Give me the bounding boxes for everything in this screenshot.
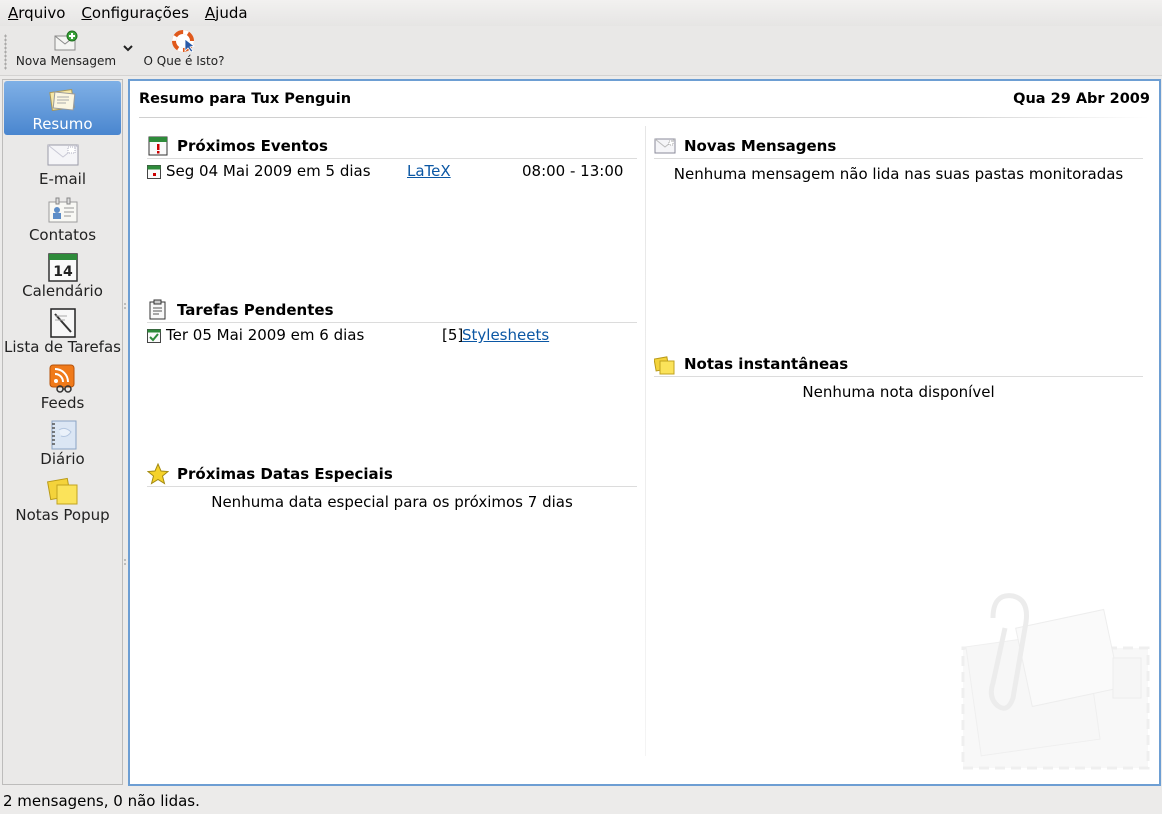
sidebar-item-contacts[interactable]: Contatos bbox=[3, 192, 122, 248]
event-time: 08:00 - 13:00 bbox=[522, 162, 624, 180]
status-text: 2 mensagens, 0 não lidas. bbox=[3, 792, 200, 810]
event-date: Seg 04 Mai 2009 em 5 dias bbox=[166, 162, 371, 180]
mail-icon bbox=[654, 138, 676, 153]
what-is-this-label: O Que é Isto? bbox=[143, 54, 225, 68]
column-divider bbox=[645, 126, 646, 756]
section-title: Tarefas Pendentes bbox=[177, 300, 334, 319]
event-link[interactable]: LaTeX bbox=[407, 162, 451, 180]
sidebar-item-label: Diário bbox=[40, 450, 85, 468]
status-bar: 2 mensagens, 0 não lidas. bbox=[0, 788, 1162, 814]
sticky-note-icon bbox=[654, 355, 675, 374]
section-header: Próximos Eventos bbox=[147, 133, 637, 159]
new-messages-empty: Nenhuma mensagem não lida nas suas pasta… bbox=[673, 165, 1124, 183]
notes-empty: Nenhuma nota disponível bbox=[802, 383, 995, 401]
new-message-label: Nova Mensagem bbox=[15, 54, 117, 68]
event-icon bbox=[147, 165, 161, 179]
calendar-alert-icon bbox=[148, 136, 168, 155]
upcoming-events-section: Próximos Eventos Seg 04 Mai 2009 em 5 di… bbox=[147, 133, 637, 183]
section-title: Novas Mensagens bbox=[684, 136, 837, 155]
new-mail-icon bbox=[54, 30, 78, 51]
calendar-icon: 14 bbox=[47, 253, 78, 282]
sidebar-item-calendar[interactable]: 14 Calendário bbox=[3, 248, 122, 304]
feeds-icon bbox=[49, 364, 74, 393]
toolbar-grip[interactable] bbox=[4, 34, 7, 70]
svg-text:14: 14 bbox=[53, 264, 73, 280]
menu-ajuda[interactable]: Ajuda bbox=[205, 4, 248, 22]
task-date: Ter 05 Mai 2009 em 6 dias bbox=[166, 326, 365, 344]
section-header: Tarefas Pendentes bbox=[147, 297, 637, 323]
sidebar-item-journal[interactable]: Diário bbox=[3, 416, 122, 472]
sidebar-item-label: Contatos bbox=[28, 226, 97, 244]
current-date: Qua 29 Abr 2009 bbox=[1013, 91, 1150, 107]
todo-icon bbox=[49, 308, 76, 338]
sidebar-item-feeds[interactable]: Feeds bbox=[3, 360, 122, 416]
star-icon bbox=[147, 462, 169, 485]
menu-bar: Arquivo Configurações Ajuda bbox=[0, 0, 1162, 26]
section-title: Próximas Datas Especiais bbox=[177, 464, 393, 483]
special-dates-empty: Nenhuma data especial para os próximos 7… bbox=[211, 493, 573, 511]
sidebar-item-label: Calendário bbox=[22, 282, 103, 300]
section-header: Próximas Datas Especiais bbox=[147, 461, 637, 487]
sidebar: Resumo E-mail Contatos 14 Calendário Lis… bbox=[2, 79, 123, 785]
page-title: Resumo para Tux Penguin bbox=[139, 91, 352, 107]
pending-tasks-section: Tarefas Pendentes Ter 05 Mai 2009 em 6 d… bbox=[147, 297, 637, 347]
notes-icon bbox=[46, 477, 77, 505]
sidebar-item-label: Lista de Tarefas bbox=[4, 338, 121, 356]
toolbar: Nova Mensagem O Que é Isto? bbox=[0, 26, 1162, 76]
new-message-dropdown-button[interactable] bbox=[120, 40, 136, 56]
task-priority: [5] bbox=[442, 326, 464, 344]
section-title: Notas instantâneas bbox=[684, 354, 849, 373]
chevron-down-icon bbox=[123, 45, 133, 52]
summary-panel: Resumo para Tux Penguin Qua 29 Abr 2009 … bbox=[128, 79, 1161, 786]
menu-configuracoes[interactable]: Configurações bbox=[81, 4, 188, 22]
special-dates-section: Próximas Datas Especiais Nenhuma data es… bbox=[147, 461, 637, 511]
new-messages-section: Novas Mensagens Nenhuma mensagem não lid… bbox=[654, 133, 1143, 183]
contacts-icon bbox=[48, 197, 77, 223]
sidebar-item-todo[interactable]: Lista de Tarefas bbox=[3, 304, 122, 360]
whats-this-icon bbox=[172, 30, 195, 52]
splitter-handle[interactable] bbox=[123, 300, 127, 570]
event-row: Seg 04 Mai 2009 em 5 dias LaTeX 08:00 - … bbox=[147, 161, 637, 183]
task-row: Ter 05 Mai 2009 em 6 dias [5] Stylesheet… bbox=[147, 325, 637, 347]
notes-section: Notas instantâneas Nenhuma nota disponív… bbox=[654, 351, 1143, 401]
mail-icon bbox=[47, 144, 78, 166]
new-message-button[interactable]: Nova Mensagem bbox=[14, 30, 118, 74]
summary-icon bbox=[48, 88, 75, 112]
task-check-icon bbox=[147, 329, 161, 343]
task-link[interactable]: Stylesheets bbox=[462, 326, 549, 344]
sidebar-item-notes[interactable]: Notas Popup bbox=[3, 472, 122, 528]
clipboard-icon bbox=[149, 299, 166, 319]
sidebar-item-label: Notas Popup bbox=[15, 506, 110, 524]
sidebar-item-label: E-mail bbox=[38, 170, 87, 188]
sidebar-item-summary[interactable]: Resumo bbox=[4, 81, 121, 135]
sidebar-item-label: Feeds bbox=[40, 394, 85, 412]
sidebar-item-label: Resumo bbox=[32, 115, 93, 133]
section-header: Notas instantâneas bbox=[654, 351, 1143, 377]
header-divider bbox=[139, 117, 1149, 118]
section-header: Novas Mensagens bbox=[654, 133, 1143, 159]
journal-icon bbox=[51, 420, 76, 450]
section-title: Próximos Eventos bbox=[177, 136, 328, 155]
kontact-watermark-icon bbox=[961, 593, 1150, 770]
menu-arquivo[interactable]: Arquivo bbox=[8, 4, 65, 22]
sidebar-item-email[interactable]: E-mail bbox=[3, 136, 122, 192]
what-is-this-button[interactable]: O Que é Isto? bbox=[138, 30, 230, 74]
